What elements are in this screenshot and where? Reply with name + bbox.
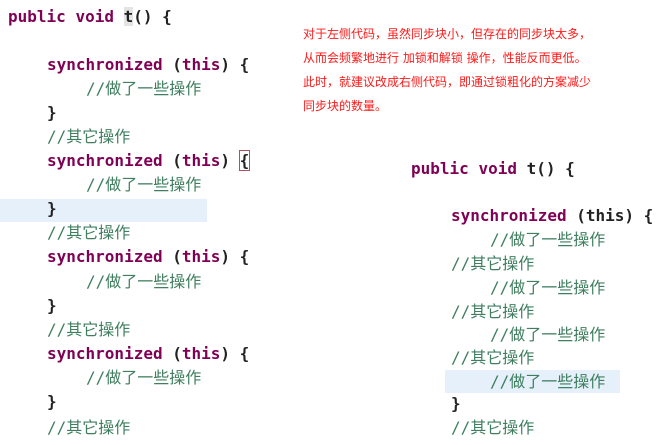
keyword: synchronized (47, 247, 163, 266)
keyword: public (411, 159, 469, 178)
sync-line: synchronized (this) { (47, 247, 250, 266)
note-line: 同步块的数量。 (303, 99, 388, 113)
comment: //其它操作 (47, 223, 131, 242)
close-brace: } (451, 394, 461, 413)
sync-line: synchronized (this) { (47, 344, 250, 363)
comment: //其它操作 (47, 320, 131, 339)
comment: //做了一些操作 (86, 79, 202, 98)
comment: //做了一些操作 (86, 175, 202, 194)
comment: //做了一些操作 (490, 325, 606, 344)
current-line-highlight-left (0, 199, 207, 222)
keyword: this (181, 247, 221, 266)
method-signature: public void t() { (8, 7, 172, 27)
note-line: 此时，就建议改成右侧代码，即通过锁粗化的方案减少 (303, 75, 592, 89)
comment: //其它操作 (451, 348, 535, 367)
comment: //其它操作 (47, 127, 131, 146)
keyword: synchronized (47, 151, 163, 170)
comment: //做了一些操作 (490, 372, 606, 391)
note-line: 对于左侧代码，虽然同步块小，但存在的同步块太多， (303, 27, 592, 41)
comment: //其它操作 (47, 418, 131, 437)
keyword: synchronized (47, 55, 163, 74)
comment: //做了一些操作 (490, 230, 606, 249)
close-brace: } (47, 392, 57, 411)
explanation-note: 对于左侧代码，虽然同步块小，但存在的同步块太多， 从而会频繁地进行 加锁和解锁 … (303, 22, 591, 118)
keyword: synchronized (47, 344, 163, 363)
note-line: 从而会频繁地进行 加锁和解锁 操作，性能反而更低。 (303, 51, 587, 65)
sync-line: synchronized (this) { (451, 206, 653, 226)
comment: //其它操作 (451, 418, 535, 437)
sync-line: synchronized (this) { (47, 150, 251, 171)
sync-tail: (this) { (566, 206, 654, 225)
comment: //做了一些操作 (490, 278, 606, 297)
keyword: public (8, 7, 66, 26)
close-brace: } (47, 296, 57, 315)
close-brace: } (47, 199, 57, 218)
comment: //做了一些操作 (86, 272, 202, 291)
keyword: this (181, 151, 221, 170)
punct: () { (536, 159, 575, 178)
comment: //做了一些操作 (86, 368, 202, 387)
keyword: this (181, 55, 221, 74)
sync-line: synchronized (this) { (47, 55, 250, 74)
method-name: t (123, 7, 134, 26)
method-signature: public void t() { (411, 159, 575, 179)
method-name: t (526, 159, 537, 178)
keyword: this (181, 344, 221, 363)
comment: //其它操作 (451, 302, 535, 321)
comment: //其它操作 (451, 254, 535, 273)
keyword: synchronized (451, 206, 567, 225)
keyword: void (478, 159, 517, 178)
keyword: void (75, 7, 114, 26)
close-brace: } (47, 103, 57, 122)
punct: () { (133, 7, 172, 26)
